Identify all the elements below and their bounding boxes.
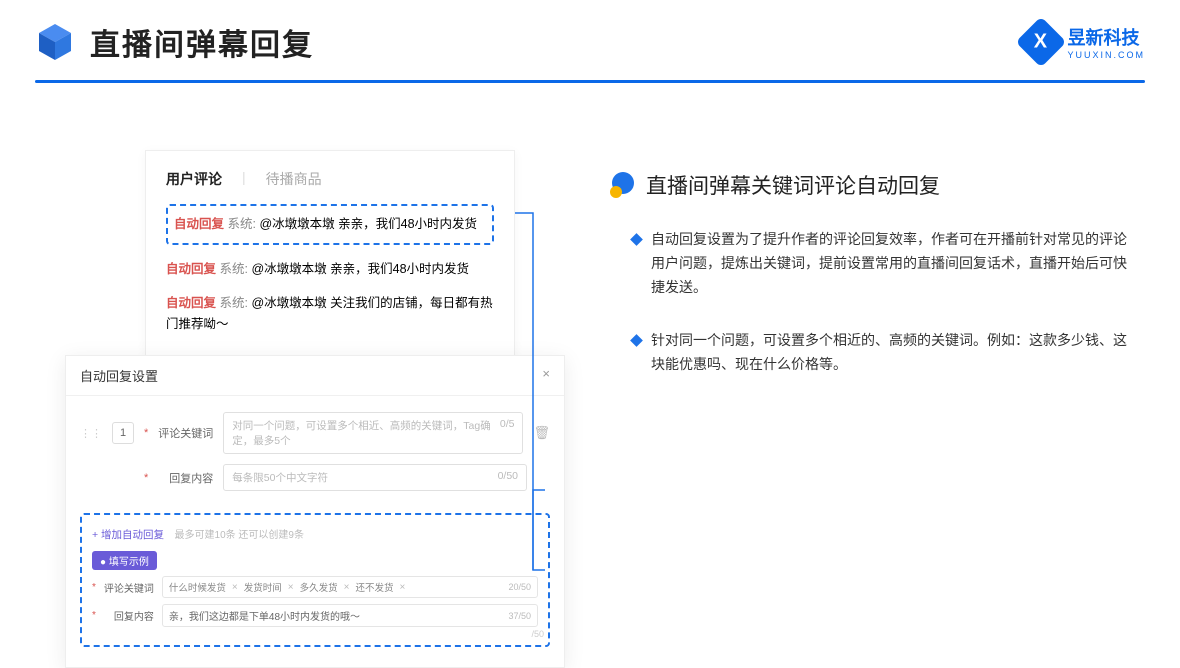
close-icon[interactable]: × [542,366,550,385]
ex-reply-label: 回复内容 [104,608,154,623]
brand-logo: X 昱新科技 YUUXIN.COM [1023,24,1145,60]
diamond-icon [630,233,643,246]
chat-bubble-icon [610,172,636,198]
keyword-input[interactable]: 对同一个问题，可设置多个相近、高频的关键词，Tag确定，最多5个 0/5 [223,412,523,454]
bullet-item: 针对同一个问题，可设置多个相近的、高频的关键词。例如：这款多少钱、这块能优惠吗、… [632,329,1140,377]
settings-card: 自动回复设置 × ⋮⋮ 1 * 评论关键词 对同一个问题，可设置多个相近、高频的… [65,355,565,668]
comment-row: 自动回复 系统: @冰墩墩本墩 关注我们的店铺，每日都有热门推荐呦～ [166,293,494,336]
keyword-label: 评论关键词 [158,425,213,441]
tab-products[interactable]: 待播商品 [266,169,322,189]
add-auto-reply-link[interactable]: + 增加自动回复 [92,529,164,541]
add-limit-text: 最多可建10条 还可以创建9条 [175,530,304,541]
ex-keyword-input[interactable]: 什么时候发货× 发货时间× 多久发货× 还不发货× 20/50 [162,576,538,598]
diamond-icon [630,335,643,348]
add-section: + 增加自动回复 最多可建10条 还可以创建9条 ● 填写示例 * 评论关键词 … [80,513,550,647]
rule-index: 1 [112,422,134,444]
example-badge: ● 填写示例 [92,551,157,570]
ex-reply-input[interactable]: 亲，我们这边都是下单48小时内发货的哦～ 37/50 [162,604,538,627]
reply-input[interactable]: 每条限50个中文字符 0/50 [223,464,527,491]
settings-title: 自动回复设置 [80,366,158,385]
comment-row-highlighted: 自动回复 系统: @冰墩墩本墩 亲亲，我们48小时内发货 [166,204,494,245]
page-title: 直播间弹幕回复 [90,20,314,64]
section-heading: 直播间弹幕关键词评论自动回复 [646,170,940,200]
ghost-count: /50 [531,629,544,639]
bullet-item: 自动回复设置为了提升作者的评论回复效率，作者可在开播前针对常见的评论用户问题，提… [632,228,1140,299]
tab-comments[interactable]: 用户评论 [166,169,222,189]
delete-icon[interactable]: 🗑 [533,425,550,441]
cube-icon [35,22,75,62]
reply-label: 回复内容 [158,470,213,486]
comment-row: 自动回复 系统: @冰墩墩本墩 亲亲，我们48小时内发货 [166,259,494,280]
header-divider [35,80,1145,83]
ex-keyword-label: 评论关键词 [104,580,154,595]
